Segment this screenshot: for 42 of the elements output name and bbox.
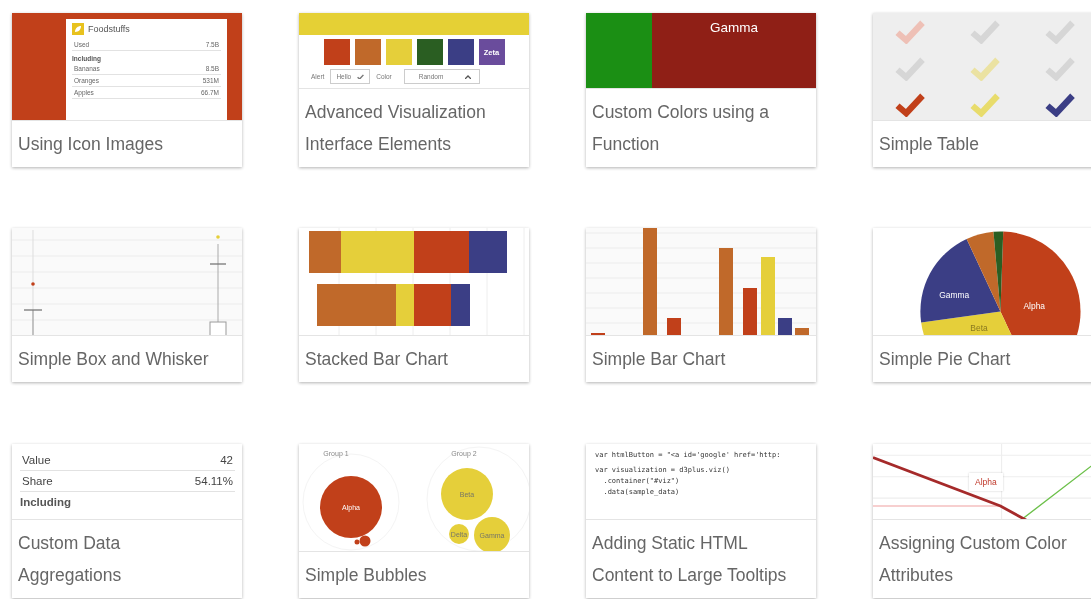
bubble [449,524,469,544]
bar [743,288,757,335]
slice-label: Gamma [939,289,970,300]
color-block: Gamma [652,13,816,88]
example-title: Custom Data Aggregations [12,519,242,598]
example-card[interactable]: Simple Table [873,13,1091,167]
check-icon [357,73,365,80]
slice-label: Beta [970,322,988,333]
example-title: Stacked Bar Chart [299,335,529,382]
example-title: Simple Pie Chart [873,335,1091,382]
example-title: Adding Static HTML Content to Large Tooltips [586,519,816,598]
color-swatch[interactable] [447,39,474,65]
example-card[interactable]: Simple Bar Chart [586,228,816,382]
example-title: Simple Bubbles [299,551,529,598]
example-title: Using Icon Images [12,120,242,167]
color-swatch[interactable] [416,39,443,65]
color-swatch[interactable] [323,39,350,65]
bar [795,328,809,335]
example-card[interactable]: Value 42 Share 54.11% Including Custom Data Aggregations [12,444,242,598]
example-card[interactable]: Gamma Custom Colors using a Function [586,13,816,167]
example-title: Simple Box and Whisker [12,335,242,382]
example-card[interactable]: Stacked Bar Chart [299,228,529,382]
row-label: Value [22,454,51,466]
example-title: Simple Table [873,120,1091,167]
caret-icon [465,74,472,79]
tooltip-title: Foodstuffs [88,24,130,34]
section-label: Including [20,495,73,509]
color-swatch[interactable] [385,39,412,65]
example-title: Advanced Visualization Interface Elements [299,88,529,167]
example-title: Assigning Custom Color Attributes [873,519,1091,598]
row-value: 42 [220,454,233,466]
color-swatch[interactable] [354,39,381,65]
slice-label: Alpha [1023,301,1046,312]
example-card[interactable]: Simple Box and Whisker [12,228,242,382]
example-card[interactable]: Gamma Alpha Beta Simple Pie Chart [873,228,1091,382]
row-label: Share [22,475,53,487]
example-title: Custom Colors using a Function [586,88,816,167]
leaf-icon [72,23,84,35]
example-title: Simple Bar Chart [586,335,816,382]
bar [667,318,681,335]
bar [778,318,792,335]
row-value: 54.11% [194,475,233,487]
